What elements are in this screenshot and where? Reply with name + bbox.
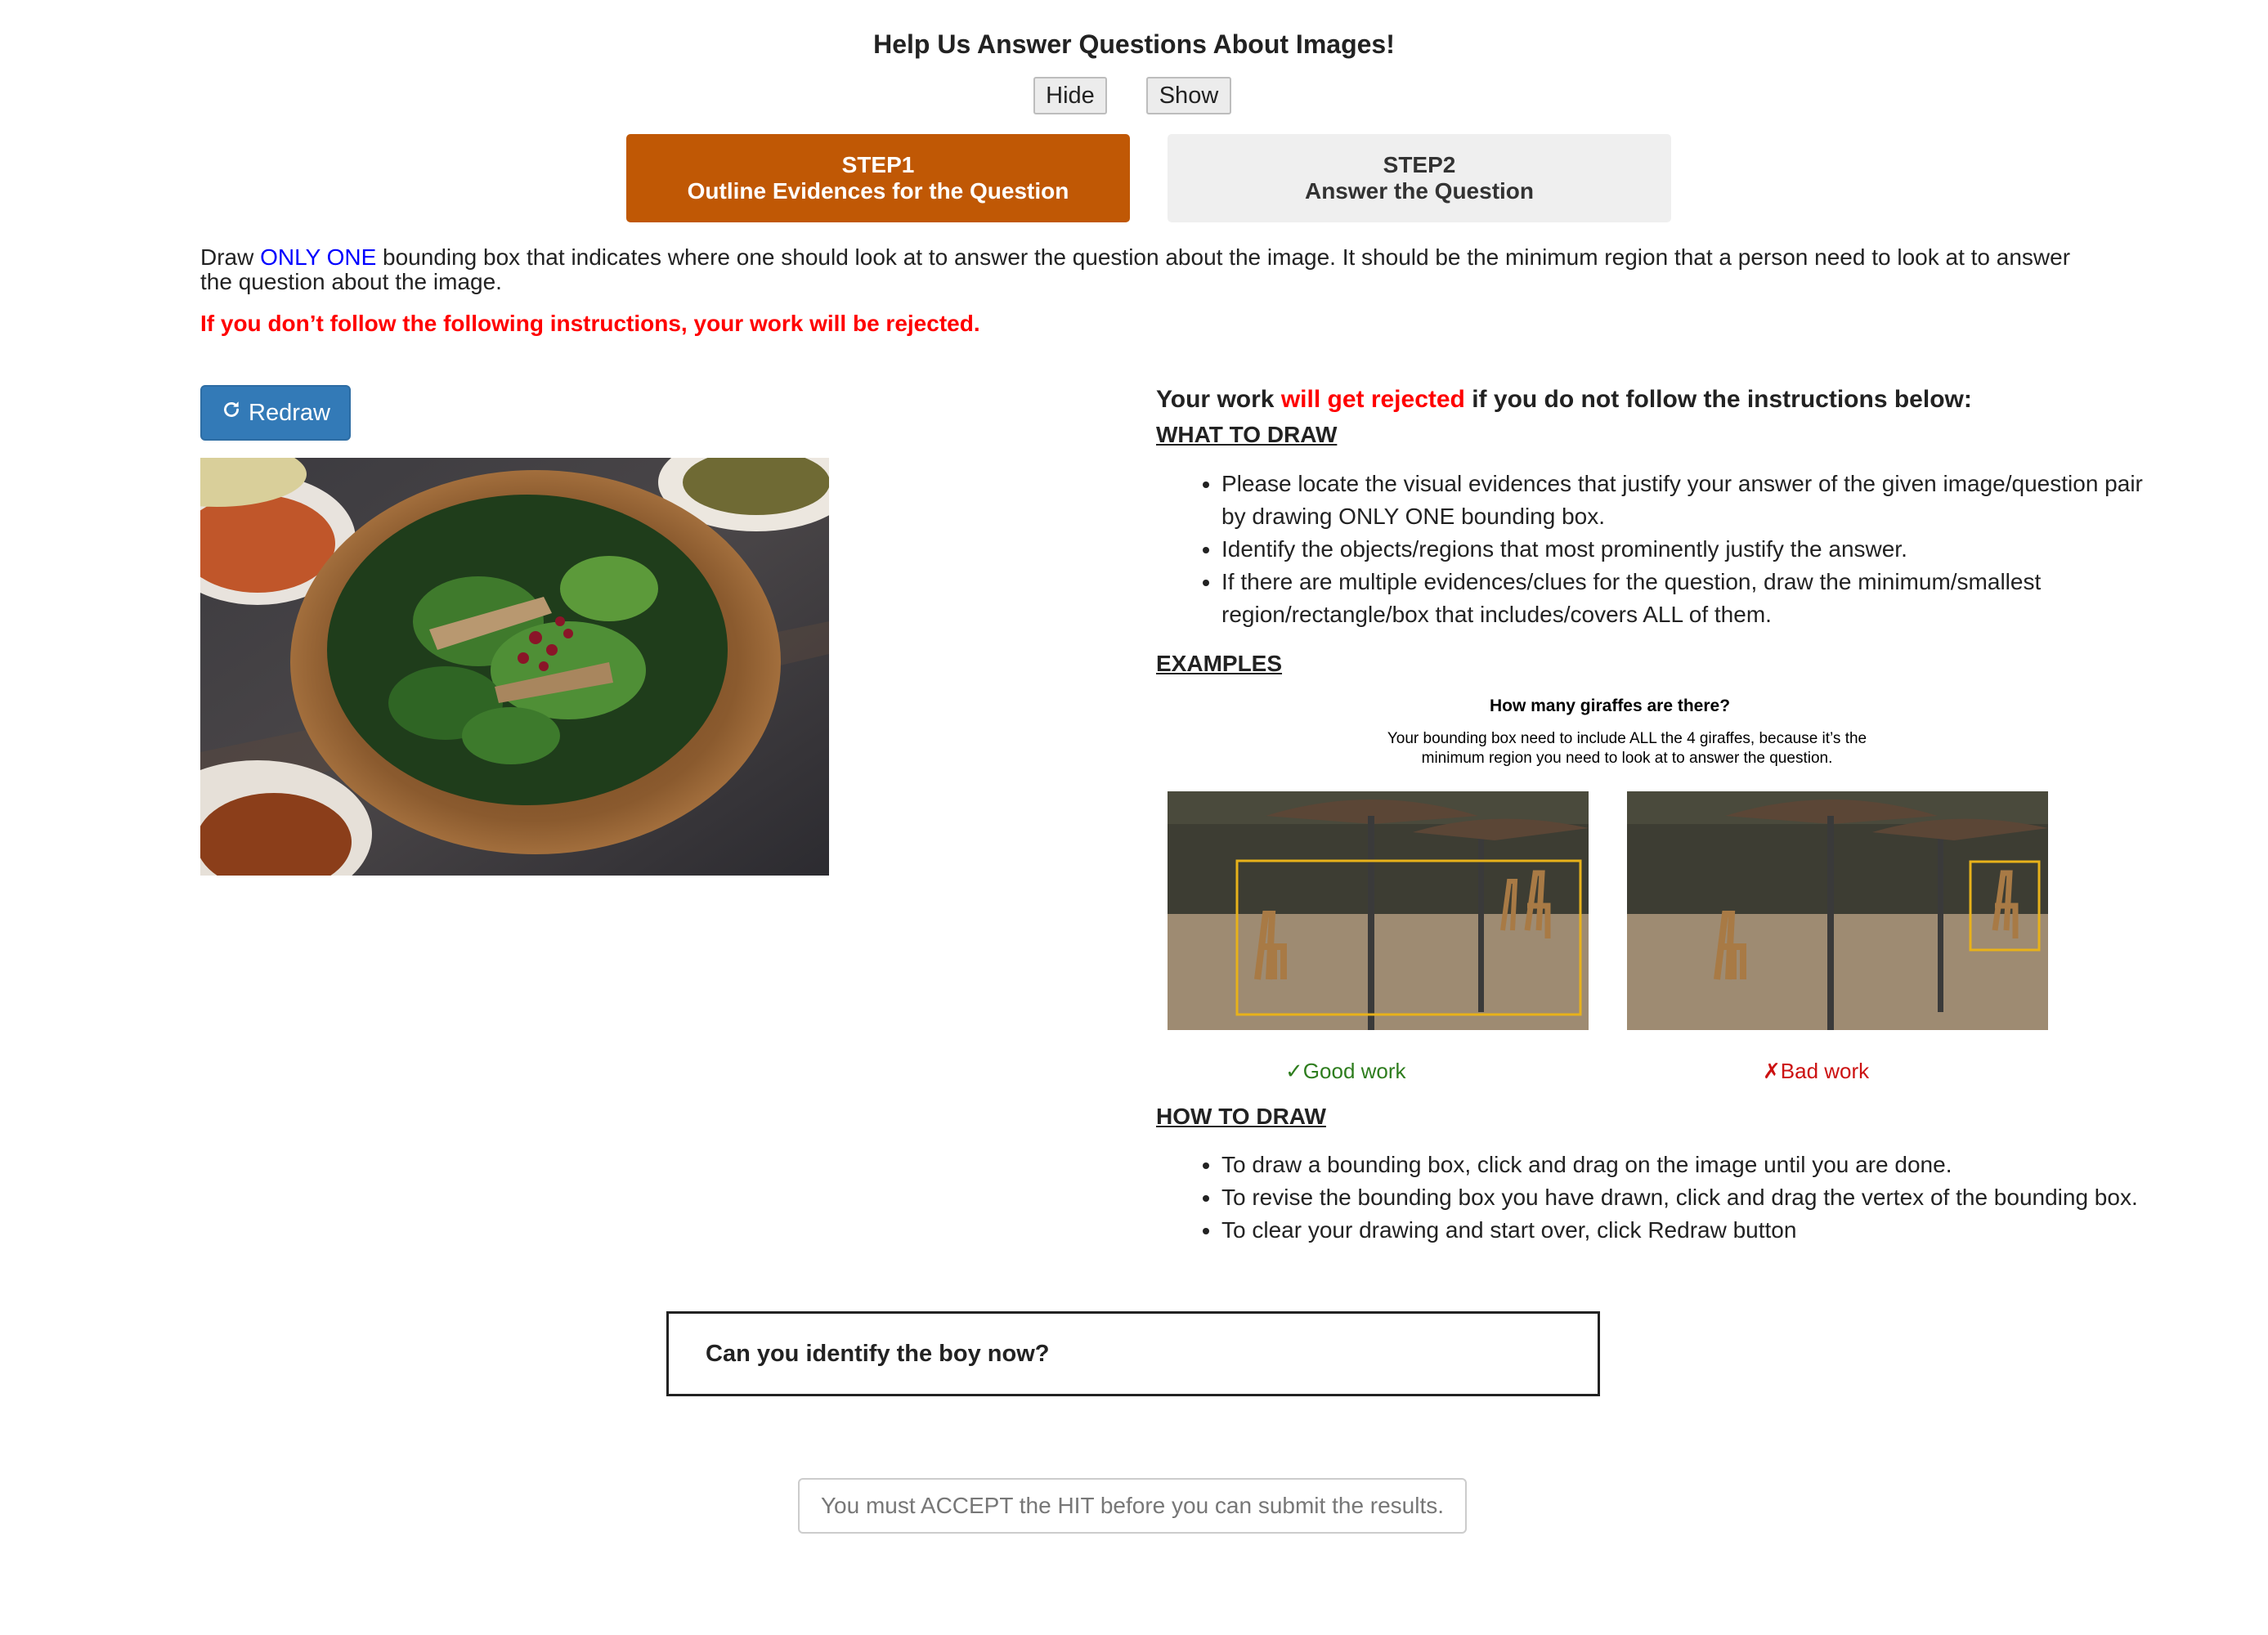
step2-number: STEP2: [1383, 152, 1456, 177]
example-note: Your bounding box need to include ALL th…: [1387, 730, 1867, 767]
good-work-caption: ✓Good work: [1285, 1059, 1406, 1084]
redo-icon: [221, 399, 242, 427]
redraw-button[interactable]: Redraw: [200, 385, 351, 441]
bad-work-caption: ✗Bad work: [1763, 1059, 1869, 1084]
step2-label: Answer the Question: [1304, 178, 1535, 204]
how-to-draw-heading: HOW TO DRAW: [1156, 1104, 1326, 1129]
intro-text-before: Draw: [200, 244, 261, 270]
hide-button[interactable]: Hide: [1033, 77, 1107, 114]
show-button[interactable]: Show: [1146, 77, 1231, 114]
rejection-heading-before: Your work: [1156, 386, 1281, 413]
redraw-label: Redraw: [249, 399, 330, 426]
good-example-image: [1168, 791, 1589, 1030]
rejection-heading: Your work will get rejected if you do no…: [1156, 386, 1972, 414]
page-title: Help Us Answer Questions About Images!: [873, 29, 1395, 59]
example-question: How many giraffes are there?: [1489, 697, 1731, 715]
question-text: Can you identify the boy now?: [706, 1340, 1050, 1367]
bad-work-label: Bad work: [1780, 1059, 1870, 1083]
list-item: Please locate the visual evidences that …: [1221, 468, 2154, 533]
bad-example-image: [1627, 791, 2048, 1030]
what-to-draw-heading: WHAT TO DRAW: [1156, 422, 1338, 447]
cross-icon: ✗: [1763, 1059, 1781, 1083]
task-image[interactable]: [200, 458, 829, 876]
list-item: If there are multiple evidences/clues fo…: [1221, 566, 2154, 631]
what-to-draw-list: Please locate the visual evidences that …: [1156, 468, 2154, 631]
examples-heading: EXAMPLES: [1156, 651, 1283, 676]
submit-button[interactable]: You must ACCEPT the HIT before you can s…: [798, 1478, 1467, 1534]
rejection-heading-after: if you do not follow the instructions be…: [1464, 386, 1972, 413]
step1-label: Outline Evidences for the Question: [687, 178, 1069, 204]
check-icon: ✓: [1285, 1059, 1303, 1083]
list-item: To clear your drawing and start over, cl…: [1221, 1214, 2154, 1247]
step1-tab[interactable]: STEP1 Outline Evidences for the Question: [626, 134, 1130, 222]
step1-number: STEP1: [841, 152, 915, 177]
rejection-warning: If you don’t follow the following instru…: [200, 311, 980, 336]
step2-tab[interactable]: STEP2 Answer the Question: [1168, 134, 1671, 222]
instructions-intro: Draw ONLY ONE bounding box that indicate…: [200, 245, 2073, 294]
rejection-heading-highlight: will get rejected: [1280, 386, 1465, 413]
intro-highlight: ONLY ONE: [260, 244, 377, 270]
intro-text-after: bounding box that indicates where one sh…: [200, 244, 2071, 294]
list-item: To draw a bounding box, click and drag o…: [1221, 1149, 2154, 1181]
question-box: Can you identify the boy now?: [666, 1311, 1600, 1396]
how-to-draw-list: To draw a bounding box, click and drag o…: [1156, 1149, 2154, 1247]
list-item: To revise the bounding box you have draw…: [1221, 1181, 2154, 1214]
good-work-label: Good work: [1302, 1059, 1406, 1083]
list-item: Identify the objects/regions that most p…: [1221, 533, 2154, 566]
